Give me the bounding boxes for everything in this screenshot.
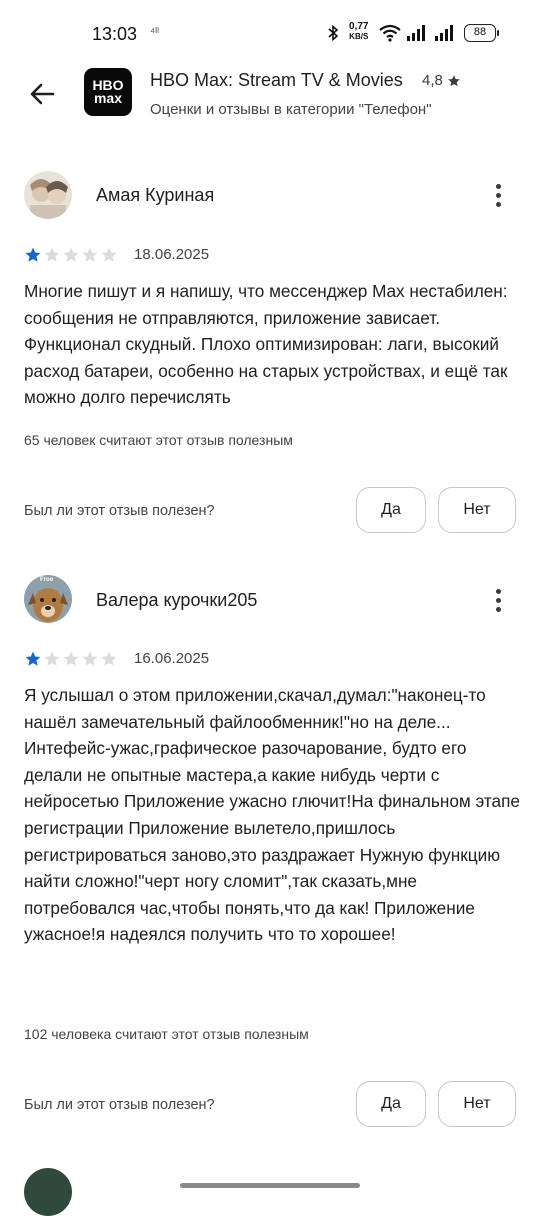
signal-icon-2: [435, 25, 453, 41]
helpful-question: Был ли этот отзыв полезен?: [24, 503, 215, 519]
app-logo-line2: max: [93, 90, 123, 106]
status-time: 13:03: [92, 24, 138, 44]
signal-icon: [407, 25, 425, 41]
app-rating: 4,8: [422, 72, 461, 89]
star-rating: [24, 246, 118, 264]
star-empty-icon: [63, 247, 79, 262]
app-title: HBO Max: Stream TV & Movies: [150, 70, 403, 90]
avatar-image: [24, 171, 72, 219]
app-header: HBO max HBO Max: Stream TV & Movies 4,8 …: [0, 62, 540, 128]
back-button[interactable]: [24, 76, 60, 112]
home-indicator[interactable]: [180, 1183, 360, 1188]
battery-icon: 88: [464, 24, 499, 42]
star-empty-icon: [101, 247, 117, 262]
network-speed-unit: KB/S: [349, 32, 369, 41]
star-empty-icon: [63, 651, 79, 666]
star-empty-icon: [82, 651, 98, 666]
avatar[interactable]: Froo: [24, 575, 72, 623]
network-speed: 0,77 KB/S: [349, 22, 368, 42]
star-rating: [24, 650, 118, 668]
helpful-yes-button[interactable]: Да: [356, 1081, 426, 1127]
app-subtitle: Оценки и отзывы в категории "Телефон": [150, 101, 432, 118]
helpful-question: Был ли этот отзыв полезен?: [24, 1097, 215, 1113]
star-icon: [448, 74, 460, 86]
more-vert-icon: [495, 183, 501, 189]
avatar-caption: Froo: [40, 577, 54, 583]
helpful-count: 102 человека считают этот отзыв полезным: [24, 1026, 309, 1042]
avatar[interactable]: [24, 1168, 72, 1216]
more-options-button[interactable]: [484, 580, 512, 620]
more-vert-icon: [495, 588, 501, 594]
review-text: Я услышал о этом приложении,скачал,думал…: [24, 685, 520, 945]
helpful-no-button[interactable]: Нет: [438, 1081, 516, 1127]
sim-signal-icon: ⁴ᴵˡ: [150, 25, 160, 39]
review-date: 16.06.2025: [134, 650, 210, 667]
status-bar: 13:03 ⁴ᴵˡ 0,77 KB/S 88: [0, 0, 540, 62]
helpful-yes-button[interactable]: Да: [356, 487, 426, 533]
star-filled-icon: [25, 651, 41, 666]
reviewer-name: Валера курочки205: [96, 590, 258, 610]
app-rating-value: 4,8: [422, 72, 443, 89]
network-speed-value: 0,77: [349, 21, 369, 32]
app-logo: HBO max: [84, 68, 132, 116]
star-empty-icon: [82, 247, 98, 262]
star-filled-icon: [25, 247, 41, 262]
review-text: Многие пишут и я напишу, что мессенджер …: [24, 281, 508, 408]
wifi-icon: [379, 24, 401, 42]
arrow-left-icon: [30, 83, 55, 105]
helpful-no-button[interactable]: Нет: [438, 487, 516, 533]
star-empty-icon: [44, 651, 60, 666]
avatar[interactable]: [24, 171, 72, 219]
star-empty-icon: [44, 247, 60, 262]
star-empty-icon: [101, 651, 117, 666]
review-date: 18.06.2025: [134, 246, 210, 263]
more-options-button[interactable]: [484, 175, 512, 215]
reviewer-name: Амая Куриная: [96, 185, 215, 205]
battery-level: 88: [473, 26, 487, 38]
helpful-count: 65 человек считают этот отзыв полезным: [24, 432, 293, 448]
bluetooth-icon: [328, 24, 339, 42]
